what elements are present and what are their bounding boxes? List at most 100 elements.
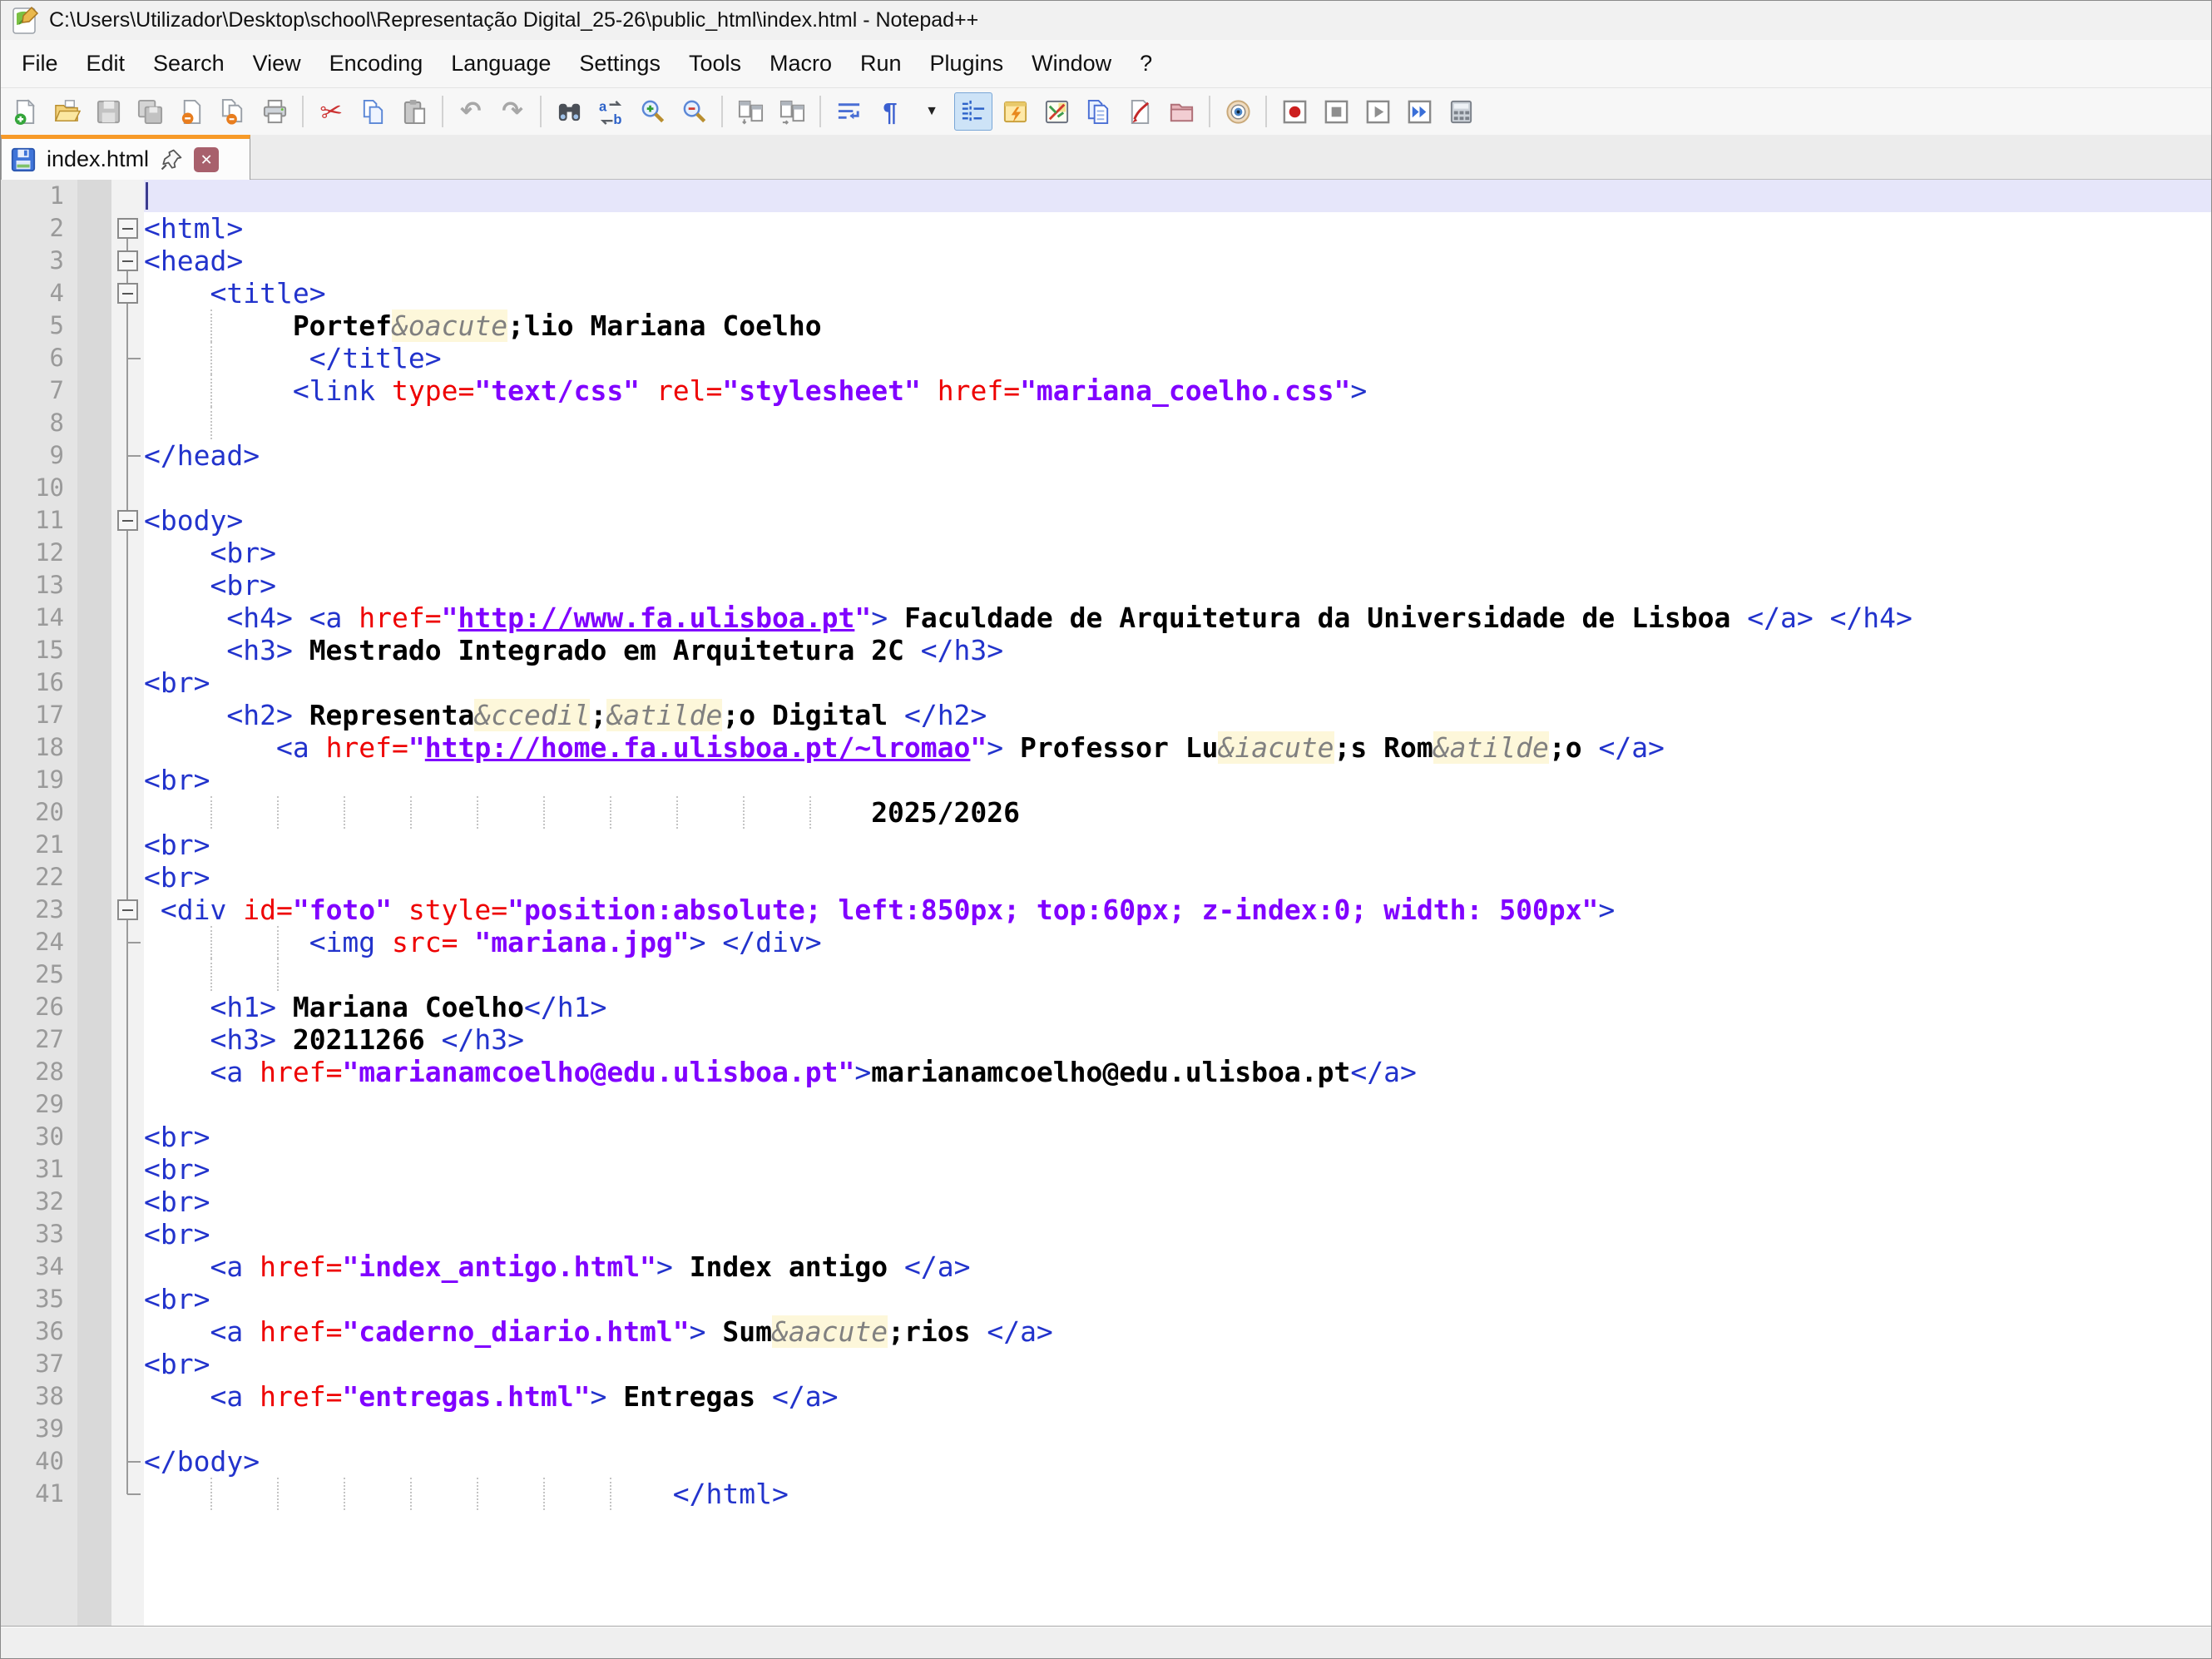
code-text[interactable]: <br>	[144, 537, 2211, 569]
bookmark-cell[interactable]	[77, 277, 111, 310]
bookmark-cell[interactable]	[77, 342, 111, 374]
bookmark-cell[interactable]	[77, 310, 111, 342]
code-text[interactable]	[144, 1413, 2211, 1445]
function-list-button[interactable]	[996, 92, 1034, 131]
bookmark-cell[interactable]	[77, 634, 111, 666]
code-text[interactable]: <a href="marianamcoelho@edu.ulisboa.pt">…	[144, 1056, 2211, 1088]
zoom-out-button[interactable]	[675, 92, 713, 131]
code-text[interactable]: <br>	[144, 1186, 2211, 1218]
bookmark-cell[interactable]	[77, 829, 111, 861]
close-all-button[interactable]	[214, 92, 252, 131]
sync-horizontal-scroll-button[interactable]	[773, 92, 811, 131]
code-text[interactable]: <a href="entregas.html"> Entregas </a>	[144, 1380, 2211, 1413]
bookmark-cell[interactable]	[77, 439, 111, 472]
save-all-button[interactable]	[131, 92, 169, 131]
bookmark-cell[interactable]	[77, 1315, 111, 1348]
bookmark-cell[interactable]	[77, 537, 111, 569]
code-text[interactable]: <div id="foto" style="position:absolute;…	[144, 894, 2211, 926]
document-list-button[interactable]	[1079, 92, 1117, 131]
horizontal-scrollbar[interactable]	[1, 1626, 2211, 1658]
zoom-in-button[interactable]	[633, 92, 671, 131]
bookmark-cell[interactable]	[77, 212, 111, 245]
bookmark-cell[interactable]	[77, 1348, 111, 1380]
code-text[interactable]: <br>	[144, 1283, 2211, 1315]
menu-item-settings[interactable]: Settings	[565, 44, 675, 83]
bookmark-cell[interactable]	[77, 1413, 111, 1445]
paste-button[interactable]	[395, 92, 433, 131]
bookmark-cell[interactable]	[77, 894, 111, 926]
bookmark-cell[interactable]	[77, 1478, 111, 1510]
code-text[interactable]: <img src= "mariana.jpg"> </div>	[144, 926, 2211, 958]
code-text[interactable]: <br>	[144, 666, 2211, 699]
code-text[interactable]: <h1> Mariana Coelho</h1>	[144, 991, 2211, 1023]
code-text[interactable]	[144, 958, 2211, 991]
bookmark-cell[interactable]	[77, 1283, 111, 1315]
indent-guides-button[interactable]	[954, 92, 992, 131]
code-text[interactable]: </head>	[144, 439, 2211, 472]
code-text[interactable]: <a href="http://home.fa.ulisboa.pt/~lrom…	[144, 731, 2211, 764]
cut-button[interactable]: ✂	[312, 92, 350, 131]
bookmark-cell[interactable]	[77, 504, 111, 537]
code-text[interactable]: <br>	[144, 569, 2211, 602]
code-text[interactable]: </body>	[144, 1445, 2211, 1478]
editor-area[interactable]: 12<html>3<head>4 <title>5 Portef&oacute;…	[1, 180, 2211, 1626]
bookmark-cell[interactable]	[77, 861, 111, 894]
code-text[interactable]: </title>	[144, 342, 2211, 374]
new-file-button[interactable]	[6, 92, 44, 131]
code-text[interactable]: <html>	[144, 212, 2211, 245]
code-text[interactable]	[144, 472, 2211, 504]
close-file-button[interactable]	[172, 92, 210, 131]
bookmark-cell[interactable]	[77, 1250, 111, 1283]
bookmark-cell[interactable]	[77, 602, 111, 634]
bookmark-cell[interactable]	[77, 180, 111, 212]
bookmark-cell[interactable]	[77, 731, 111, 764]
document-map-button[interactable]	[1037, 92, 1076, 131]
macro-run-multiple-button[interactable]	[1400, 92, 1438, 131]
bookmark-cell[interactable]	[77, 374, 111, 407]
bookmark-cell[interactable]	[77, 245, 111, 277]
folder-as-workspace-button[interactable]	[1162, 92, 1200, 131]
fold-collapse-button[interactable]	[117, 283, 138, 304]
menu-item-tools[interactable]: Tools	[675, 44, 755, 83]
code-text[interactable]: </html>	[144, 1478, 2211, 1510]
open-file-button[interactable]	[47, 92, 86, 131]
word-wrap-button[interactable]	[829, 92, 868, 131]
bookmark-cell[interactable]	[77, 1121, 111, 1153]
bookmark-cell[interactable]	[77, 1445, 111, 1478]
bookmark-cell[interactable]	[77, 958, 111, 991]
bookmark-cell[interactable]	[77, 1153, 111, 1186]
menu-item-plugins[interactable]: Plugins	[916, 44, 1018, 83]
bookmark-cell[interactable]	[77, 699, 111, 731]
bookmark-cell[interactable]	[77, 1056, 111, 1088]
code-text[interactable]: <h3> Mestrado Integrado em Arquitetura 2…	[144, 634, 2211, 666]
code-text[interactable]: <a href="index_antigo.html"> Index antig…	[144, 1250, 2211, 1283]
print-button[interactable]	[255, 92, 294, 131]
code-text[interactable]: <link type="text/css" rel="stylesheet" h…	[144, 374, 2211, 407]
bookmark-cell[interactable]	[77, 764, 111, 796]
bookmark-cell[interactable]	[77, 991, 111, 1023]
fold-collapse-button[interactable]	[117, 510, 138, 531]
replace-button[interactable]: ab	[591, 92, 630, 131]
bookmark-cell[interactable]	[77, 569, 111, 602]
bookmark-cell[interactable]	[77, 1218, 111, 1250]
bookmark-cell[interactable]	[77, 926, 111, 958]
code-text[interactable]: <br>	[144, 1348, 2211, 1380]
menu-item-search[interactable]: Search	[139, 44, 239, 83]
menu-item-encoding[interactable]: Encoding	[315, 44, 438, 83]
code-text[interactable]: <br>	[144, 764, 2211, 796]
bookmark-cell[interactable]	[77, 1023, 111, 1056]
bookmark-cell[interactable]	[77, 1186, 111, 1218]
redo-button[interactable]: ↷	[493, 92, 532, 131]
macro-play-button[interactable]	[1358, 92, 1397, 131]
bookmark-cell[interactable]	[77, 407, 111, 439]
menu-item-macro[interactable]: Macro	[755, 44, 846, 83]
bookmark-cell[interactable]	[77, 666, 111, 699]
pin-icon[interactable]	[159, 147, 184, 172]
bookmark-cell[interactable]	[77, 796, 111, 829]
macro-stop-button[interactable]	[1317, 92, 1355, 131]
code-text[interactable]: <br>	[144, 1218, 2211, 1250]
menu-item-edit[interactable]: Edit	[72, 44, 140, 83]
code-text[interactable]: <a href="caderno_diario.html"> Sum&aacut…	[144, 1315, 2211, 1348]
menu-item-view[interactable]: View	[239, 44, 315, 83]
code-text[interactable]: <head>	[144, 245, 2211, 277]
